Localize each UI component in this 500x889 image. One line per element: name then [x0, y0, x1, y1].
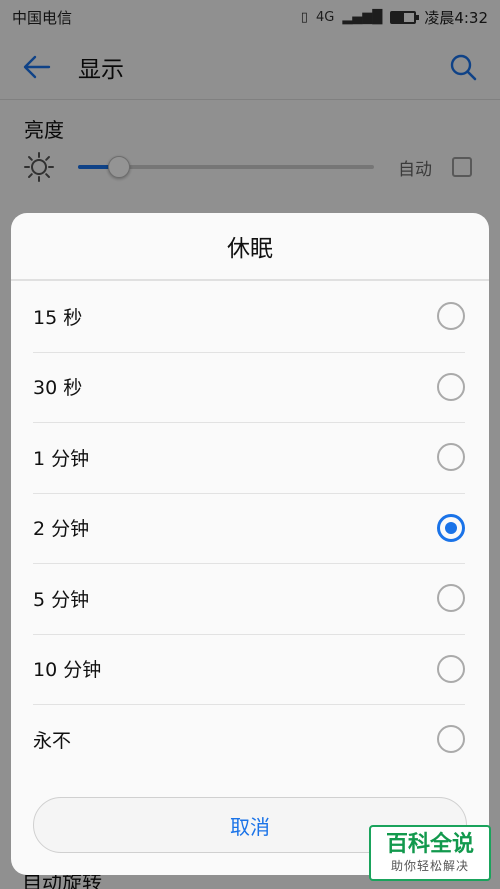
sleep-option-label: 2 分钟: [33, 518, 90, 541]
sleep-option-label: 1 分钟: [33, 447, 90, 470]
sleep-dialog: 休眠 15 秒 30 秒1 分钟 2 分钟 5 分钟 10 分钟 永不 取消: [11, 213, 489, 875]
watermark-subtitle: 助你轻松解决: [390, 859, 469, 873]
dialog-title: 休眠: [11, 213, 489, 281]
sleep-option-label: 永不: [33, 729, 72, 752]
radio-dot: [445, 521, 457, 534]
sleep-option[interactable]: 10 分钟: [11, 633, 489, 705]
sleep-option[interactable]: 5 分钟: [11, 563, 489, 634]
sleep-option[interactable]: 30 秒: [11, 351, 489, 423]
radio-unselected[interactable]: [437, 372, 465, 401]
sleep-option[interactable]: 永不: [11, 704, 489, 775]
sleep-option[interactable]: 1 分钟: [11, 422, 489, 493]
radio-unselected[interactable]: [437, 654, 465, 683]
watermark-title: 百科全说: [385, 832, 474, 857]
sleep-option[interactable]: 15 秒: [11, 281, 489, 352]
sleep-option-label: 10 分钟: [33, 659, 102, 682]
sleep-option[interactable]: 2 分钟: [11, 492, 489, 564]
sleep-option-label: 5 分钟: [33, 588, 90, 611]
radio-unselected[interactable]: [437, 302, 465, 331]
sleep-option-label: 30 秒: [33, 377, 83, 400]
radio-unselected[interactable]: [437, 443, 465, 472]
watermark-logo: 百科全说 助你轻松解决: [369, 825, 491, 881]
radio-unselected[interactable]: [437, 725, 465, 754]
sleep-option-label: 15 秒: [33, 306, 83, 329]
radio-unselected[interactable]: [437, 584, 465, 613]
radio-selected[interactable]: [437, 513, 465, 542]
sleep-option-list: 15 秒 30 秒 1 分钟 2 分钟 5 分钟 10 分钟永不: [11, 281, 489, 775]
